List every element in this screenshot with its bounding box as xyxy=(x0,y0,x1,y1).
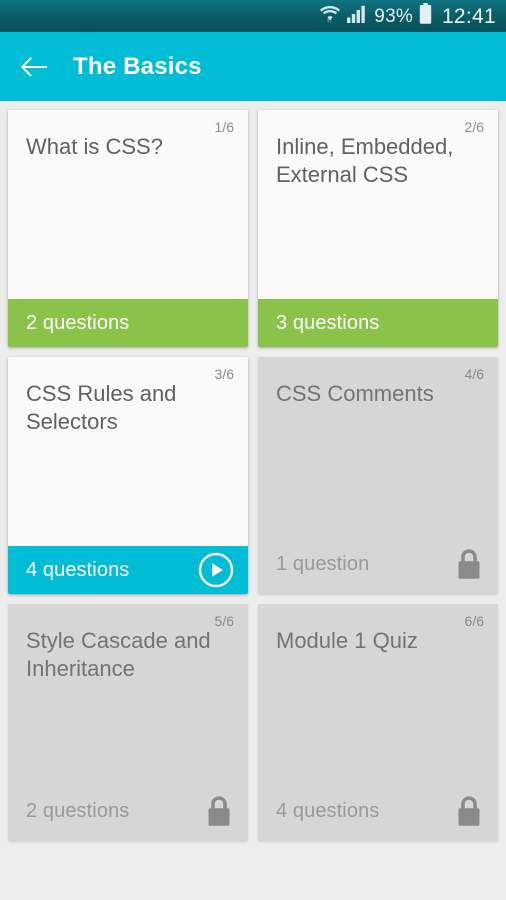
cellular-signal-icon xyxy=(347,5,367,28)
lesson-card[interactable]: 1/6 What is CSS? 2 questions xyxy=(8,110,248,347)
lesson-card-grid: 1/6 What is CSS? 2 questions 2/6 Inline,… xyxy=(0,101,506,841)
question-count-label: 1 question xyxy=(276,552,370,575)
play-circle-icon[interactable] xyxy=(198,552,234,588)
lesson-title: What is CSS? xyxy=(26,134,163,160)
lesson-title: Inline, Embedded, External CSS xyxy=(276,134,454,188)
back-arrow-icon[interactable] xyxy=(19,52,49,82)
lock-icon xyxy=(454,794,484,828)
status-bar: 93% 12:41 xyxy=(0,0,506,32)
lesson-card[interactable]: 3/6 CSS Rules and Selectors 4 questions xyxy=(8,357,248,594)
lesson-card[interactable]: 6/6 Module 1 Quiz 4 questions xyxy=(258,604,498,841)
lesson-title: CSS Rules and Selectors xyxy=(26,381,177,435)
lock-icon xyxy=(454,547,484,581)
clock-label: 12:41 xyxy=(441,4,496,28)
lesson-title: Module 1 Quiz xyxy=(276,628,418,654)
question-count-label: 2 questions xyxy=(26,799,130,822)
lesson-card-body: 2/6 Inline, Embedded, External CSS xyxy=(258,110,498,299)
lesson-title: CSS Comments xyxy=(276,381,434,407)
question-count-label: 4 questions xyxy=(26,558,130,581)
lesson-card-footer: 1 question xyxy=(258,534,498,594)
lesson-card-footer: 4 questions xyxy=(8,546,248,594)
wifi-icon xyxy=(320,5,341,28)
app-toolbar: The Basics xyxy=(0,32,506,101)
battery-icon xyxy=(419,3,432,29)
question-count-label: 2 questions xyxy=(26,311,130,334)
lesson-card-body: 6/6 Module 1 Quiz xyxy=(258,604,498,781)
lock-icon xyxy=(204,794,234,828)
lesson-card-body: 1/6 What is CSS? xyxy=(8,110,248,299)
lesson-card[interactable]: 4/6 CSS Comments 1 question xyxy=(258,357,498,594)
page-title: The Basics xyxy=(73,52,202,80)
lesson-card-footer: 4 questions xyxy=(258,781,498,841)
lesson-card[interactable]: 2/6 Inline, Embedded, External CSS 3 que… xyxy=(258,110,498,347)
lesson-card-footer: 2 questions xyxy=(8,299,248,347)
question-count-label: 3 questions xyxy=(276,311,380,334)
lesson-card[interactable]: 5/6 Style Cascade and Inheritance 2 ques… xyxy=(8,604,248,841)
lesson-card-body: 5/6 Style Cascade and Inheritance xyxy=(8,604,248,781)
lesson-title: Style Cascade and Inheritance xyxy=(26,628,211,682)
question-count-label: 4 questions xyxy=(276,799,380,822)
lesson-card-body: 4/6 CSS Comments xyxy=(258,357,498,534)
lesson-card-footer: 2 questions xyxy=(8,781,248,841)
lesson-card-footer: 3 questions xyxy=(258,299,498,347)
battery-percent-label: 93% xyxy=(374,5,413,27)
lesson-card-body: 3/6 CSS Rules and Selectors xyxy=(8,357,248,546)
